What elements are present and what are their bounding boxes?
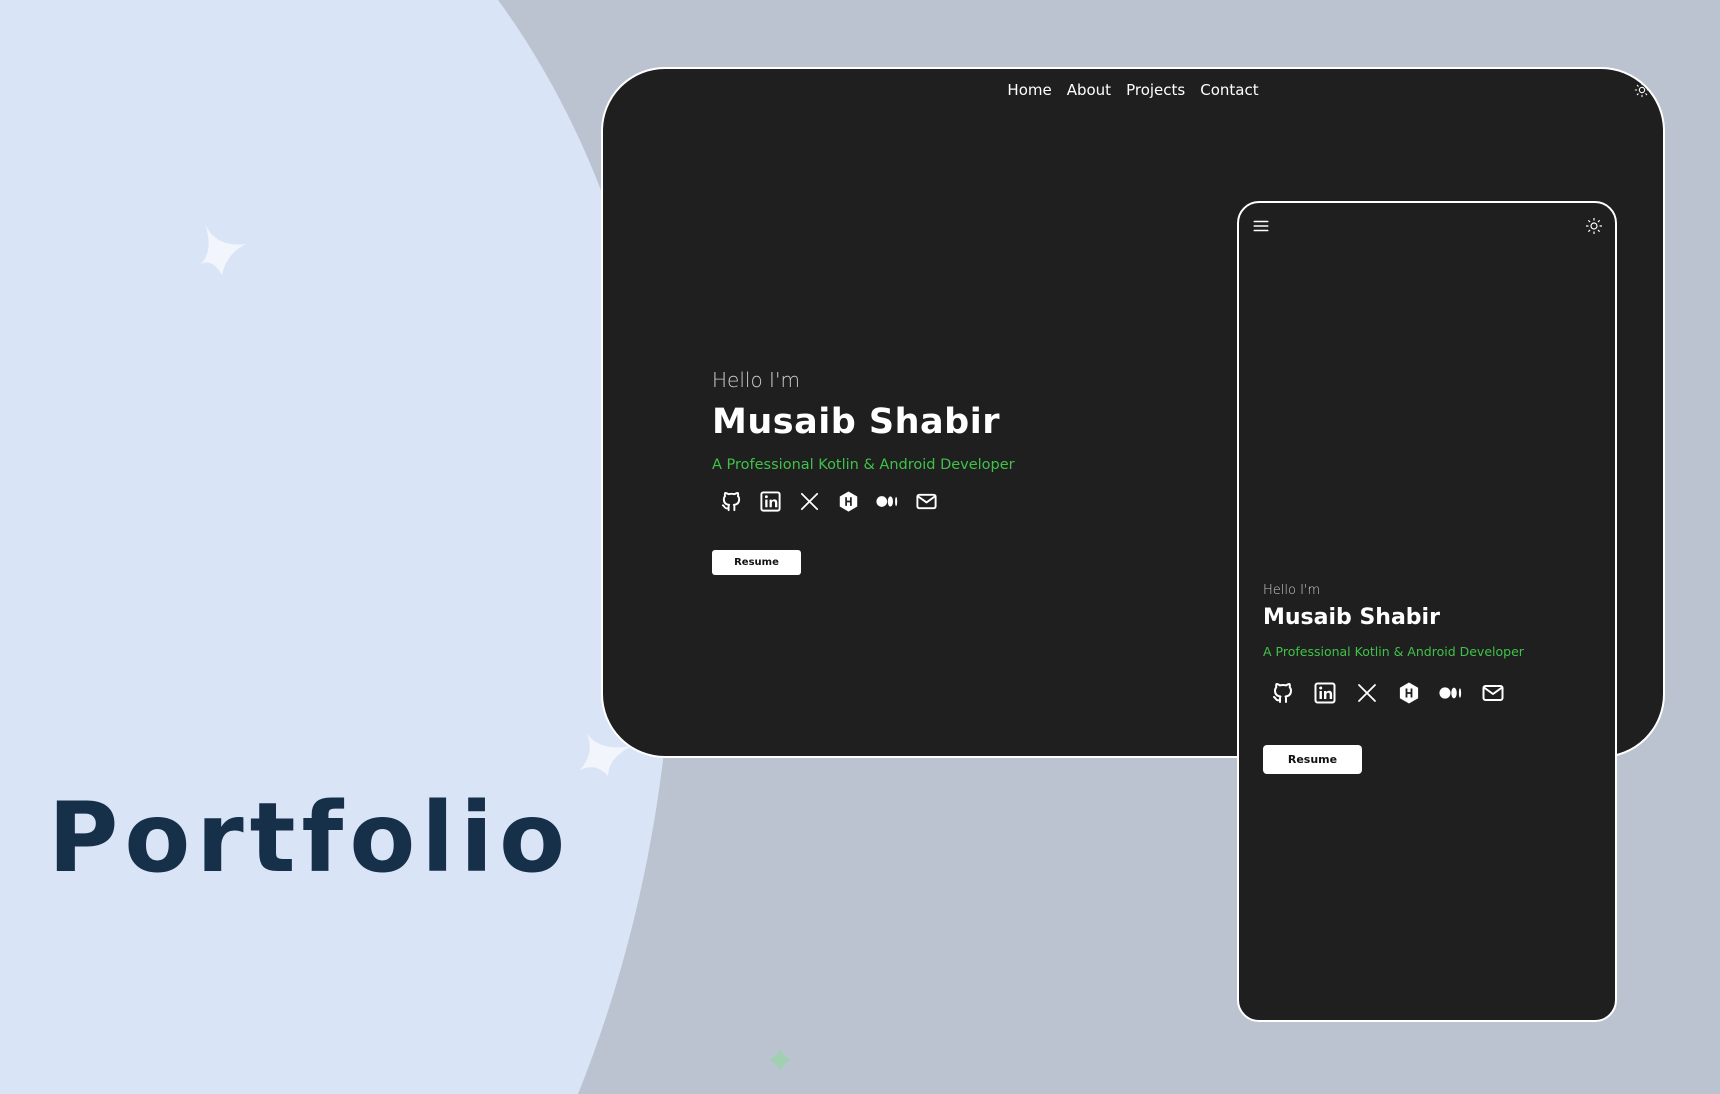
github-link[interactable] — [720, 490, 743, 513]
greeting-text: Hello I'm — [1263, 583, 1321, 598]
github-link[interactable] — [1271, 681, 1295, 705]
hero-name: Musaib Shabir — [1263, 605, 1440, 630]
hero-section: Hello I'm Musaib Shabir A Professional K… — [712, 368, 1015, 575]
hashnode-icon — [1399, 682, 1419, 704]
theme-toggle[interactable] — [1633, 81, 1651, 99]
mail-icon — [1482, 685, 1504, 701]
hashnode-icon — [839, 491, 858, 512]
nav-contact[interactable]: Contact — [1200, 81, 1258, 99]
hero-tagline: A Professional Kotlin & Android Develope… — [1263, 644, 1524, 659]
hamburger-icon — [1253, 220, 1269, 232]
desktop-nav: Home About Projects Contact — [603, 81, 1663, 99]
medium-icon — [1439, 687, 1462, 699]
linkedin-icon — [1314, 682, 1336, 704]
x-link[interactable] — [1355, 681, 1379, 705]
x-icon — [800, 492, 819, 511]
resume-button[interactable]: Resume — [1263, 745, 1362, 774]
resume-button[interactable]: Resume — [712, 550, 801, 575]
menu-button[interactable] — [1252, 217, 1270, 235]
mail-link[interactable] — [1481, 681, 1505, 705]
linkedin-link[interactable] — [1313, 681, 1337, 705]
social-links — [720, 490, 1015, 513]
greeting-text: Hello I'm — [712, 368, 800, 392]
x-link[interactable] — [798, 490, 821, 513]
theme-toggle-mobile[interactable] — [1585, 217, 1603, 235]
hero-name: Musaib Shabir — [712, 402, 1000, 442]
mail-link[interactable] — [915, 490, 938, 513]
hero-tagline: A Professional Kotlin & Android Develope… — [712, 457, 1015, 473]
github-icon — [1273, 683, 1292, 703]
linkedin-link[interactable] — [759, 490, 782, 513]
sun-icon — [1634, 82, 1650, 98]
medium-link[interactable] — [876, 490, 899, 513]
nav-home[interactable]: Home — [1007, 81, 1051, 99]
mail-icon — [916, 493, 937, 510]
social-links — [1271, 681, 1524, 705]
hashnode-link[interactable] — [837, 490, 860, 513]
linkedin-icon — [760, 491, 781, 512]
hashnode-link[interactable] — [1397, 681, 1421, 705]
portfolio-title: Portfolio — [48, 782, 572, 894]
nav-projects[interactable]: Projects — [1126, 81, 1185, 99]
hero-section-mobile: Hello I'm Musaib Shabir A Professional K… — [1263, 583, 1524, 774]
medium-link[interactable] — [1439, 681, 1463, 705]
medium-icon — [876, 496, 898, 507]
github-icon — [721, 491, 741, 512]
x-icon — [1358, 684, 1376, 702]
mobile-mockup: Hello I'm Musaib Shabir A Professional K… — [1237, 201, 1617, 1022]
sun-icon — [1585, 217, 1603, 235]
nav-about[interactable]: About — [1067, 81, 1111, 99]
